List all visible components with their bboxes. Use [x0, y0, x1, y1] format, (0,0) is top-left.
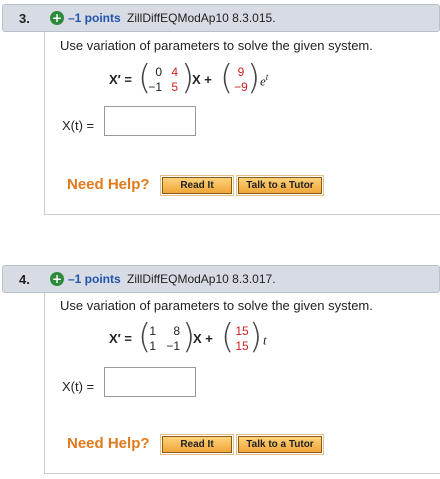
forcing-term: t	[263, 331, 267, 348]
expand-plus-icon[interactable]: +	[50, 11, 64, 25]
matrix-cell: −1	[166, 339, 180, 353]
question-body: Use variation of parameters to solve the…	[44, 32, 440, 215]
right-paren: )	[249, 317, 263, 357]
points-label: –1 points	[68, 11, 121, 25]
problem-code: ZillDiffEQModAp10 8.3.017.	[127, 272, 276, 286]
answer-label: X(t) =	[62, 118, 95, 133]
points-label: –1 points	[68, 272, 121, 286]
answer-label: X(t) =	[62, 379, 95, 394]
talk-to-tutor-button[interactable]: Talk to a Tutor	[236, 434, 324, 455]
matrix-cell: 1	[149, 339, 156, 353]
question-number: 4.	[19, 272, 30, 287]
question-prompt: Use variation of parameters to solve the…	[60, 298, 373, 313]
x-plus-label: X +	[193, 331, 213, 346]
matrix-cell: −1	[148, 80, 162, 94]
system-equation: X′ = ( 18 1 −1 ) X + ( 15 15 ) t	[45, 317, 345, 363]
forcing-base: t	[263, 332, 267, 348]
expand-plus-icon[interactable]: +	[50, 272, 64, 286]
forcing-exponent: t	[265, 72, 269, 82]
x-plus-label: X +	[192, 72, 212, 87]
matrix-cell: 8	[173, 324, 180, 338]
need-help-label: Need Help?	[67, 176, 150, 193]
matrix-cell: 5	[171, 80, 178, 94]
x-prime-label: X′ =	[109, 72, 132, 87]
question-header: 3. + –1 points ZillDiffEQModAp10 8.3.015…	[2, 4, 440, 32]
answer-input[interactable]	[104, 367, 196, 397]
need-help-label: Need Help?	[67, 435, 150, 452]
question-body: Use variation of parameters to solve the…	[44, 293, 440, 474]
matrix-cell: 4	[171, 65, 178, 79]
read-it-button[interactable]: Read It	[160, 434, 234, 455]
matrix-cell: 0	[155, 65, 162, 79]
answer-input[interactable]	[104, 106, 196, 136]
question-prompt: Use variation of parameters to solve the…	[60, 38, 373, 53]
x-prime-label: X′ =	[109, 331, 132, 346]
read-it-button[interactable]: Read It	[160, 175, 234, 196]
problem-code: ZillDiffEQModAp10 8.3.015.	[127, 11, 276, 25]
question-number: 3.	[19, 11, 30, 26]
question-header: 4. + –1 points ZillDiffEQModAp10 8.3.017…	[2, 265, 440, 293]
talk-to-tutor-button[interactable]: Talk to a Tutor	[236, 175, 324, 196]
matrix-cell: 1	[149, 324, 156, 338]
forcing-term: et	[260, 72, 268, 89]
right-paren: )	[247, 58, 261, 98]
system-equation: X′ = ( 04 −1 5 ) X + ( 9 −9 ) et	[45, 58, 345, 104]
